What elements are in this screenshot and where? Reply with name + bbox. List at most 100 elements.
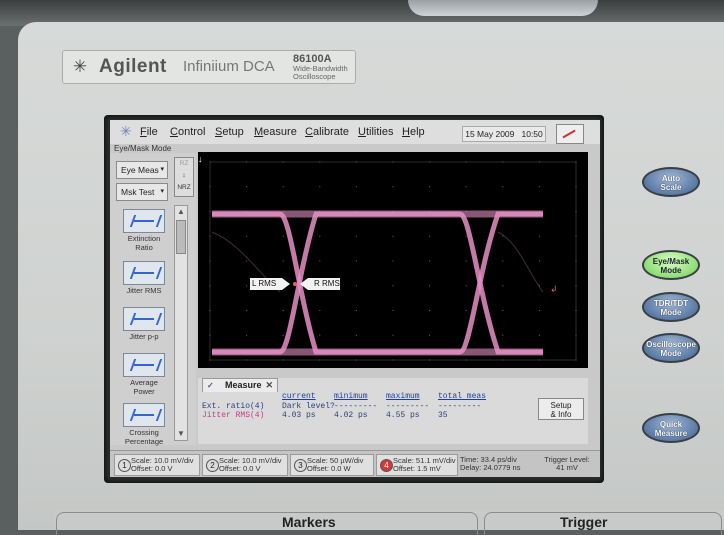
menu-utilities[interactable]: Utilities [358,126,393,138]
grid-dot [538,310,540,311]
channel-4-settings[interactable]: 4 Scale: 51.1 mV/div Offset: 1.5 mV [376,454,458,476]
quick-measure-button[interactable]: Quick Measure [642,413,700,443]
measure-tab-label: Measure [225,380,262,390]
label-line: Crossing [129,428,159,437]
channel-2-settings[interactable]: 2 Scale: 10.0 mV/div Offset: 0.0 V [202,454,288,476]
rz-nrz-toggle[interactable]: RZ ↕ NRZ [174,157,194,197]
grid-dot [502,285,504,287]
menu-measure[interactable]: Measure [254,126,297,138]
channel-offset: Offset: 1.5 mV [393,464,441,473]
table-cell: 4.03 ps [282,411,316,420]
grid-dot [319,310,321,311]
channel-4-indicator: 4 [380,459,393,472]
jitter-pp-button[interactable]: Jitter p-p [116,307,172,341]
agilent-spark-icon[interactable]: ✳ [120,123,132,140]
eye-mask-mode-button[interactable]: Eye/Mask Mode [642,250,700,280]
grid-dot [502,260,504,262]
top-handle [408,0,598,16]
grid-dot [282,235,284,237]
grid-dot [209,161,211,163]
measurement-label: Crossing Percentage [116,428,172,446]
grid-dot [246,186,248,188]
time-text: 10:50 [521,129,543,139]
scroll-up-icon[interactable]: ▲ [175,206,187,218]
auto-scale-button[interactable]: Auto Scale [642,167,700,197]
eye-diagram: ↓ ↲ [198,154,577,361]
table-cell: --------- [334,402,378,411]
status-bar: 1 Scale: 10.0 mV/div Offset: 0.0 V 2 Sca… [110,450,600,477]
agilent-logo-icon: ✳ [72,57,88,76]
msk-test-dropdown[interactable]: Msk Test ▾ [116,183,168,201]
grid-dot [282,334,284,336]
product-name: Infiniium DCA [183,58,275,75]
menu-control[interactable]: Control [170,126,205,138]
menu-help[interactable]: Help [402,126,425,138]
table-cell: 4.55 ps [386,411,420,420]
menu-file[interactable]: File [140,126,158,138]
table-cell: --------- [386,402,430,411]
measurement-toolbar: Eye Meas ▾ Msk Test ▾ RZ ↕ NRZ Extinctio… [110,153,196,446]
table-cell: 4.02 ps [334,411,368,420]
table-row-name: Jitter RMS(4) [202,411,265,420]
measurement-label: Jitter p-p [129,332,159,341]
grid-dot [209,359,211,361]
waveform-display[interactable]: ↓ ↲ L RMS R RMS [198,152,588,368]
extinction-ratio-button[interactable]: Extinction Ratio [116,209,172,252]
channel-3-settings[interactable]: 3 Scale: 50 µW/div Offset: 0.0 W [290,454,374,476]
crossing-percentage-button[interactable]: Crossing Percentage [116,403,172,446]
chevron-down-icon: ▾ [160,188,164,195]
timebase-settings[interactable]: Time: 33.4 ps/div Delay: 24.0779 ns [460,454,534,474]
grid-dot [282,310,284,311]
label-line: Extinction [127,234,161,243]
button-line: Mode [660,308,682,317]
grid-dot [355,310,357,311]
button-line: TDR/TDT [653,299,689,308]
button-line: Quick [659,420,683,429]
grid-dot [392,235,394,237]
scroll-down-icon[interactable]: ▼ [175,428,187,440]
grid-dot [429,310,431,311]
channel-1-settings[interactable]: 1 Scale: 10.0 mV/div Offset: 0.0 V [114,454,200,476]
setup-info-button[interactable]: Setup & Info [538,398,584,420]
grid-dot [209,235,211,237]
grid-dot [355,235,357,237]
grid-dot [392,161,394,163]
tdr-tdt-mode-button[interactable]: TDR/TDT Mode [642,292,700,322]
scroll-thumb[interactable] [176,220,186,254]
button-line: Auto [661,174,681,183]
product-description: Wide-Bandwidth Oscilloscope [293,65,353,81]
toolbar-scrollbar[interactable]: ▲ ▼ [174,205,188,441]
grid-dot [575,161,577,163]
oscilloscope-mode-button[interactable]: Oscilloscope Mode [642,333,700,363]
jitter-rms-button[interactable]: Jitter RMS [116,261,172,295]
tab-measure[interactable]: ✓ Measure ✕ [202,378,278,392]
menu-setup[interactable]: Setup [215,126,244,138]
annotation-tool-button[interactable] [556,124,584,144]
grid-dot [465,235,467,237]
grid-dot [575,334,577,336]
channel-text: Scale: 51.1 mV/div Offset: 1.5 mV [393,457,456,473]
grid-dot [429,359,431,361]
channel-2-indicator: 2 [206,459,219,472]
grid-dot [319,161,321,163]
right-rms-marker-label: R RMS [314,279,340,288]
button-line: Eye/Mask [652,257,690,266]
grid-dot [282,359,284,361]
average-power-button[interactable]: Average Power [116,353,172,396]
channel-1-indicator: 1 [118,459,131,472]
channel-marker-icon: ↲ [550,284,558,294]
close-icon[interactable]: ✕ [265,379,273,392]
channel-3-indicator: 3 [294,459,307,472]
grid-dot [538,235,540,237]
jitter-pp-icon [123,307,165,331]
grid-dot [538,186,540,188]
grid-dot [392,186,394,188]
button-line: & Info [550,410,572,419]
menu-calibrate[interactable]: Calibrate [305,126,349,138]
switch-arrow-icon: ↕ [182,172,186,179]
description-line: Oscilloscope [293,72,336,81]
grid-dot [319,235,321,237]
eye-meas-dropdown[interactable]: Eye Meas ▾ [116,161,168,179]
table-cell: 35 [438,411,448,420]
trigger-settings[interactable]: Trigger Level: 41 mV [536,454,598,474]
